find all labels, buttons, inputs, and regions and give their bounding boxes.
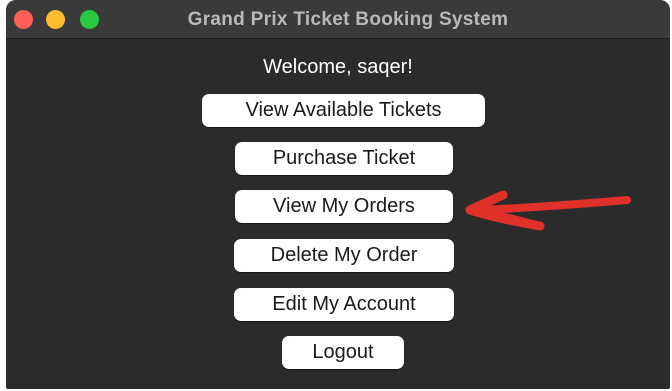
red-hand-drawn-arrow-icon <box>465 190 631 231</box>
